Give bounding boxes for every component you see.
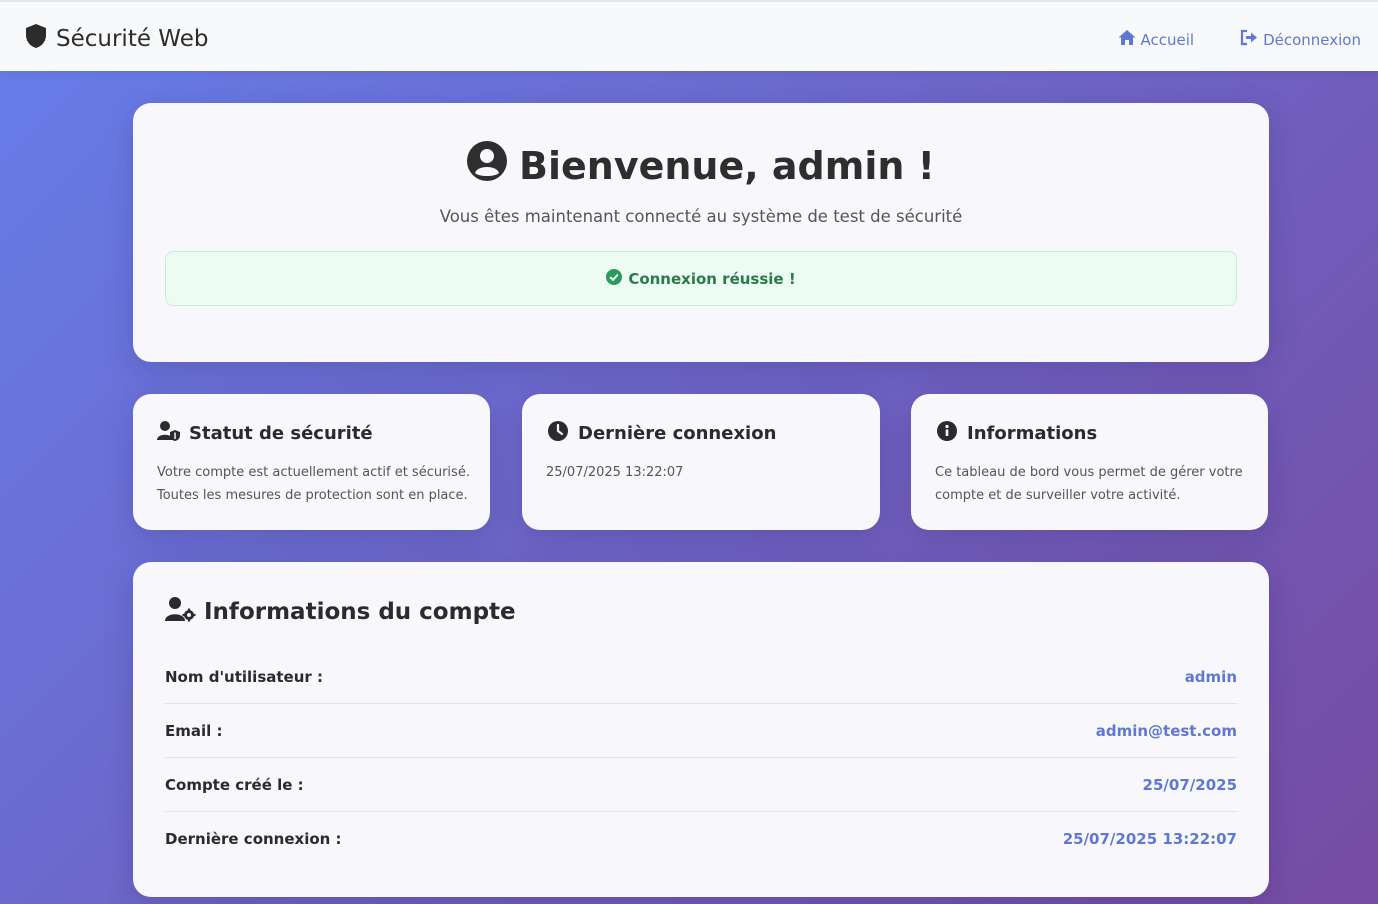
card-title: Statut de sécurité (189, 423, 373, 444)
card-header: Informations (935, 420, 1097, 447)
user-cog-icon (165, 596, 196, 628)
account-row-created: Compte créé le : 25/07/2025 (165, 758, 1237, 812)
row-value: 25/07/2025 (1142, 775, 1237, 794)
card-title: Informations (967, 423, 1098, 444)
row-value: 25/07/2025 13:22:07 (1062, 830, 1237, 848)
information-card: Informations Ce tableau de bord vous per… (911, 394, 1268, 530)
card-header: Statut de sécurité (157, 420, 373, 447)
welcome-title: Bienvenue, admin ! (519, 143, 935, 188)
account-row-username: Nom d'utilisateur : admin (165, 650, 1237, 704)
account-title: Informations du compte (204, 599, 516, 625)
row-label: Nom d'utilisateur : (165, 667, 324, 686)
row-value: admin (1184, 667, 1237, 686)
card-text: 25/07/2025 13:22:07 (546, 465, 684, 480)
row-value: admin@test.com (1095, 721, 1237, 740)
home-icon (1118, 29, 1136, 50)
welcome-card: Bienvenue, admin ! Vous êtes maintenant … (133, 103, 1269, 362)
sign-out-icon (1240, 29, 1258, 50)
account-row-last-login: Dernière connexion : 25/07/2025 13:22:07 (165, 812, 1237, 866)
security-status-card: Statut de sécurité Votre compte est actu… (133, 394, 490, 530)
user-shield-icon (157, 420, 181, 447)
shield-icon (24, 23, 48, 55)
last-login-card: Dernière connexion 25/07/2025 13:22:07 (522, 394, 880, 530)
account-rows: Nom d'utilisateur : admin Email : admin@… (165, 650, 1237, 866)
user-circle-icon (467, 141, 507, 190)
account-row-email: Email : admin@test.com (165, 704, 1237, 758)
nav-link-label: Déconnexion (1263, 30, 1361, 49)
card-header: Dernière connexion (546, 420, 776, 447)
row-label: Email : (165, 721, 223, 740)
nav-link-deconnexion[interactable]: Déconnexion (1240, 29, 1361, 50)
success-alert: Connexion réussie ! (165, 251, 1237, 306)
nav-link-label: Accueil (1140, 30, 1195, 49)
card-title: Dernière connexion (578, 423, 777, 444)
account-header: Informations du compte (165, 596, 516, 628)
account-info-card: Informations du compte Nom d'utilisateur… (133, 562, 1269, 897)
clock-icon (546, 420, 570, 447)
alert-text: Connexion réussie ! (628, 269, 796, 288)
brand[interactable]: Sécurité Web (24, 24, 208, 54)
card-text: Votre compte est actuellement actif et s… (157, 465, 470, 503)
nav-links: Accueil Déconnexion (1118, 29, 1361, 50)
row-label: Compte créé le : (165, 775, 304, 794)
row-label: Dernière connexion : (165, 830, 342, 848)
check-circle-icon (606, 268, 623, 289)
info-circle-icon (935, 420, 959, 447)
navbar: Sécurité Web Accueil Déconnexion (0, 0, 1378, 71)
welcome-heading: Bienvenue, admin ! (133, 141, 1269, 190)
brand-name: Sécurité Web (56, 26, 209, 52)
welcome-subtitle: Vous êtes maintenant connecté au système… (439, 207, 963, 226)
card-text: Ce tableau de bord vous permet de gérer … (935, 465, 1243, 503)
nav-link-accueil[interactable]: Accueil (1118, 29, 1195, 50)
